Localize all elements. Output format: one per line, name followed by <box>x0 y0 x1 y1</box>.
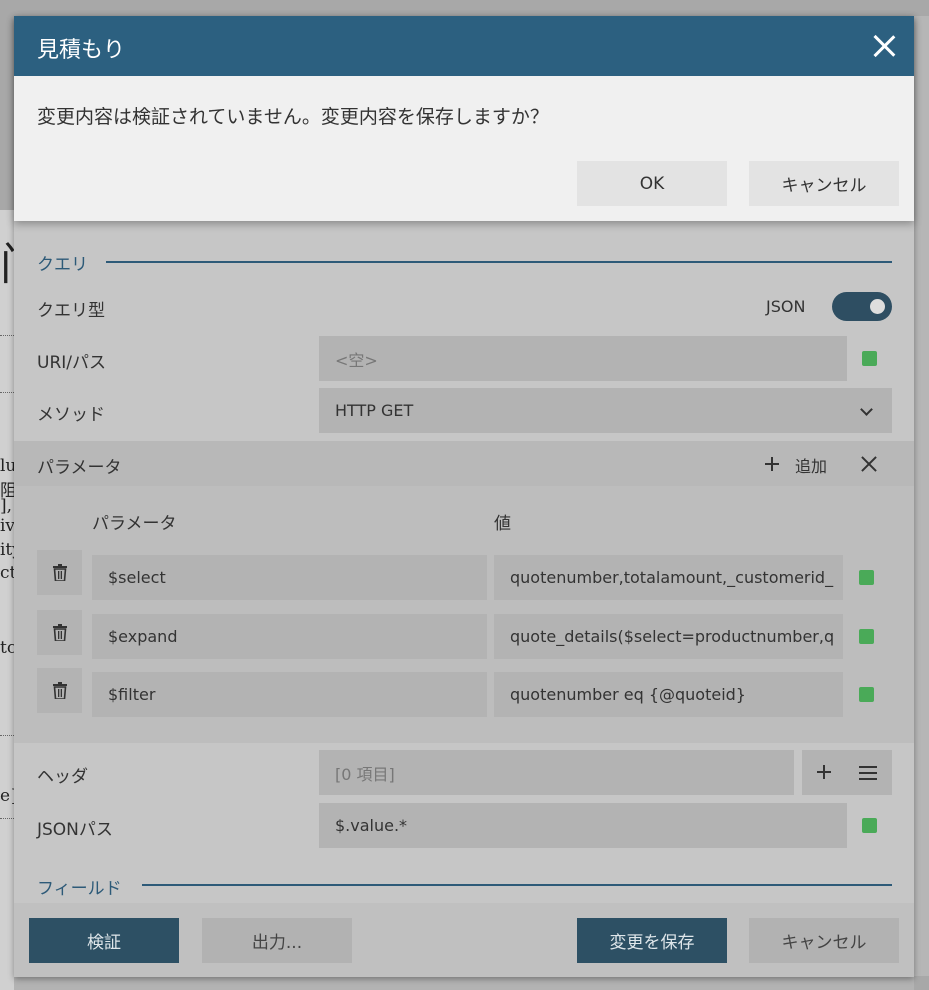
save-changes-button[interactable]: 変更を保存 <box>577 918 727 963</box>
background-divider <box>0 735 14 736</box>
headers-input[interactable]: [0 項目] <box>319 750 794 795</box>
background-fragment: tc <box>0 638 14 658</box>
validate-button[interactable]: 検証 <box>29 918 179 963</box>
background-fragment: iv <box>0 516 14 536</box>
row-status-indicator <box>859 629 874 644</box>
trash-icon <box>52 624 67 641</box>
confirm-cancel-button[interactable]: キャンセル <box>749 161 899 206</box>
method-label: メソッド <box>37 405 105 425</box>
background-scroll-edge <box>914 16 929 976</box>
background-fragment: 门 <box>0 240 14 290</box>
parameter-name-input[interactable]: $expand <box>92 614 487 659</box>
headers-actions <box>802 750 892 795</box>
dialog-title: 見積もり <box>37 38 126 63</box>
background-sheet <box>0 210 14 990</box>
section-rule <box>106 261 892 263</box>
cancel-button[interactable]: キャンセル <box>749 918 899 963</box>
row-status-indicator <box>859 687 874 702</box>
delete-row-button[interactable] <box>37 668 82 713</box>
section-heading-query: クエリ <box>37 255 88 275</box>
uri-status-indicator <box>862 351 877 366</box>
json-toggle-label: JSON <box>766 297 806 316</box>
trash-icon <box>52 682 67 699</box>
section-heading-fields: フィールド <box>37 879 122 899</box>
confirm-message: 変更内容は検証されていません。変更内容を保存しますか？ <box>37 106 549 128</box>
background-bottom-edge <box>14 977 914 990</box>
json-toggle[interactable] <box>832 292 892 321</box>
ok-button[interactable]: OK <box>577 161 727 206</box>
row-status-indicator <box>859 570 874 585</box>
plus-icon[interactable] <box>765 457 779 471</box>
uri-label: URI/パス <box>37 353 106 373</box>
parameter-value-input[interactable]: quotenumber eq {@quoteid} <box>494 672 843 717</box>
query-type-label: クエリ型 <box>37 301 105 321</box>
parameters-bar-label: パラメータ <box>37 458 122 478</box>
output-button[interactable]: 出力... <box>202 918 352 963</box>
json-path-label: JSONパス <box>37 820 113 840</box>
background-fragment: ct <box>0 563 14 583</box>
background-divider <box>0 392 14 393</box>
method-select[interactable]: HTTP GET <box>319 388 892 433</box>
plus-icon[interactable] <box>817 765 831 779</box>
parameter-value-input[interactable]: quote_details($select=productnumber,q <box>494 614 843 659</box>
background-fragment: e} <box>0 786 14 806</box>
json-path-status-indicator <box>862 818 877 833</box>
delete-row-button[interactable] <box>37 610 82 655</box>
confirm-dialog: 見積もり 変更内容は検証されていません。変更内容を保存しますか？ OK キャンセ… <box>14 16 914 221</box>
toggle-knob <box>870 299 885 314</box>
add-parameter-button[interactable]: 追加 <box>795 453 827 477</box>
trash-icon <box>52 564 67 581</box>
parameter-value-input[interactable]: quotenumber,totalamount,_customerid_ <box>494 555 843 600</box>
headers-label: ヘッダ <box>37 767 88 787</box>
confirm-dialog-title-bar: 見積もり <box>14 16 914 76</box>
parameters-bar: パラメータ 追加 <box>14 441 914 486</box>
parameters-list: パラメータ 値 $select quotenumber,totalamount,… <box>14 486 914 743</box>
json-path-input[interactable]: $.value.* <box>319 803 847 848</box>
column-header-value: 値 <box>494 514 511 534</box>
uri-input[interactable]: <空> <box>319 336 847 381</box>
section-rule <box>142 884 892 886</box>
background-divider <box>0 818 14 819</box>
background-fragment: ], <box>0 496 13 516</box>
column-header-parameter: パラメータ <box>92 514 177 534</box>
background-fragment: lu <box>0 456 14 476</box>
background-divider <box>0 335 14 336</box>
menu-icon[interactable] <box>859 766 877 780</box>
background-fragment: ity <box>0 540 14 560</box>
close-icon[interactable] <box>873 35 895 57</box>
delete-row-button[interactable] <box>37 550 82 595</box>
dialog-footer: 検証 出力... 変更を保存 キャンセル <box>14 903 914 977</box>
close-icon[interactable] <box>861 456 877 472</box>
method-select-value: HTTP GET <box>335 401 414 420</box>
parameter-name-input[interactable]: $filter <box>92 672 487 717</box>
parameter-name-input[interactable]: $select <box>92 555 487 600</box>
